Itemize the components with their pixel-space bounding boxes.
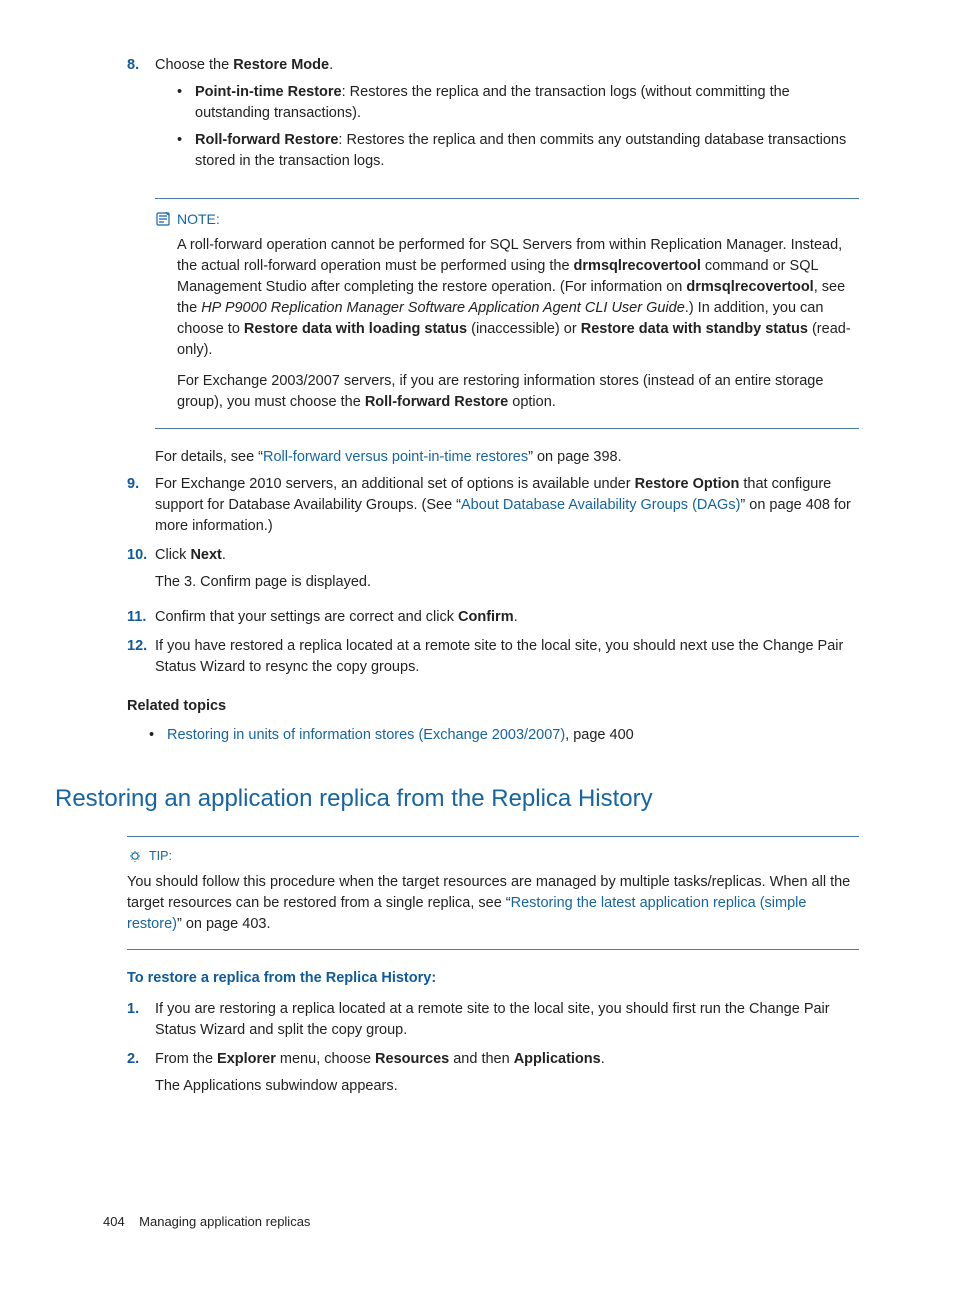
tip-paragraph: You should follow this procedure when th… [127, 872, 859, 935]
sub-paragraph: The 3. Confirm page is displayed. [155, 572, 859, 593]
page-content: 8. Choose the Restore Mode. • Point-in-t… [55, 55, 859, 1103]
paragraph: For details, see “Roll-forward versus po… [155, 447, 859, 468]
note-paragraph: A roll-forward operation cannot be perfo… [177, 235, 859, 361]
step-12: 12. If you have restored a replica locat… [127, 636, 859, 678]
page-footer: 404 Managing application replicas [55, 1213, 859, 1232]
step-number: 9. [127, 474, 155, 537]
text: . [329, 57, 333, 73]
bullet-dot: • [149, 725, 167, 746]
tip-heading: TIP: [127, 847, 859, 865]
note-paragraph: For Exchange 2003/2007 servers, if you a… [177, 371, 859, 413]
proc-step-1: 1. If you are restoring a replica locate… [127, 999, 859, 1041]
step-9: 9. For Exchange 2010 servers, an additio… [127, 474, 859, 537]
bold: Restore Mode [233, 57, 329, 73]
bullet-dot: • [177, 130, 195, 172]
section-heading-restoring-replica-history: Restoring an application replica from th… [55, 782, 859, 817]
lightbulb-icon [127, 849, 143, 865]
link-about-dags[interactable]: About Database Availability Groups (DAGs… [461, 497, 740, 513]
note-box: NOTE: A roll-forward operation cannot be… [155, 198, 859, 428]
bullet-item: • Roll-forward Restore: Restores the rep… [177, 130, 859, 172]
note-label: NOTE: [177, 209, 220, 229]
link-roll-forward-vs-pit[interactable]: Roll-forward versus point-in-time restor… [263, 449, 528, 465]
page-number: 404 [103, 1214, 125, 1229]
step-10: 10. Click Next. The 3. Confirm page is d… [127, 545, 859, 599]
bullet-item: • Point-in-time Restore: Restores the re… [177, 82, 859, 124]
tip-box: TIP: You should follow this procedure wh… [127, 836, 859, 949]
proc-step-2: 2. From the Explorer menu, choose Resour… [127, 1049, 859, 1103]
tip-label: TIP: [149, 847, 172, 865]
sub-paragraph: The Applications subwindow appears. [155, 1076, 859, 1097]
step-number: 11. [127, 607, 155, 628]
text: Choose the [155, 57, 233, 73]
step-number: 8. [127, 55, 155, 178]
chapter-title: Managing application replicas [139, 1214, 310, 1229]
step-number: 12. [127, 636, 155, 678]
step-number: 2. [127, 1049, 155, 1103]
note-icon [155, 211, 171, 227]
bullet-dot: • [177, 82, 195, 124]
bold: Roll-forward Restore [195, 132, 338, 148]
procedure-heading: To restore a replica from the Replica Hi… [127, 968, 859, 989]
step-number: 1. [127, 999, 155, 1041]
step-number: 10. [127, 545, 155, 599]
related-topics-heading: Related topics [127, 696, 859, 717]
note-heading: NOTE: [155, 209, 859, 229]
bold: Point-in-time Restore [195, 84, 342, 100]
related-topic-item: • Restoring in units of information stor… [149, 725, 859, 746]
step-body: Choose the Restore Mode. • Point-in-time… [155, 55, 859, 178]
step-8: 8. Choose the Restore Mode. • Point-in-t… [127, 55, 859, 178]
link-restoring-info-stores[interactable]: Restoring in units of information stores… [167, 727, 565, 743]
step-11: 11. Confirm that your settings are corre… [127, 607, 859, 628]
